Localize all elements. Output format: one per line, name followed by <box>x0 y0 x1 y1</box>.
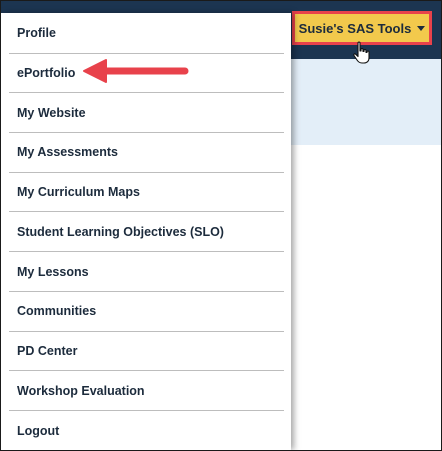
menu-item-label: ePortfolio <box>17 66 76 81</box>
menu-item-communities[interactable]: Communities <box>9 292 284 332</box>
menu-item-label: Logout <box>17 423 60 438</box>
menu-item-label: My Lessons <box>17 264 89 279</box>
menu-item-my-assessments[interactable]: My Assessments <box>9 133 284 173</box>
menu-item-profile[interactable]: Profile <box>9 14 284 54</box>
hand-pointer-icon <box>353 41 370 64</box>
menu-item-slo[interactable]: Student Learning Objectives (SLO) <box>9 213 284 253</box>
menu-item-label: Communities <box>17 304 97 319</box>
menu-item-logout[interactable]: Logout <box>9 411 284 450</box>
menu-item-my-lessons[interactable]: My Lessons <box>9 252 284 292</box>
red-arrow-icon <box>83 59 189 83</box>
menu-item-label: Profile <box>17 26 56 41</box>
menu-item-pd-center[interactable]: PD Center <box>9 332 284 372</box>
menu-item-label: My Website <box>17 105 86 120</box>
sas-tools-button-label: Susie's SAS Tools <box>298 20 412 36</box>
menu-item-label: PD Center <box>17 343 78 358</box>
sas-tools-dropdown-button[interactable]: Susie's SAS Tools <box>292 11 432 45</box>
menu-item-label: Student Learning Objectives (SLO) <box>17 224 224 239</box>
menu-item-workshop-evaluation[interactable]: Workshop Evaluation <box>9 371 284 411</box>
menu-item-my-website[interactable]: My Website <box>9 93 284 134</box>
screenshot-frame: Susie's SAS Tools Profile ePortfolio My … <box>0 0 442 451</box>
menu-item-label: My Curriculum Maps <box>17 185 140 200</box>
menu-item-label: My Assessments <box>17 145 118 160</box>
caret-down-icon <box>417 25 426 31</box>
menu-item-label: Workshop Evaluation <box>17 383 145 398</box>
menu-item-my-curriculum-maps[interactable]: My Curriculum Maps <box>9 173 284 213</box>
